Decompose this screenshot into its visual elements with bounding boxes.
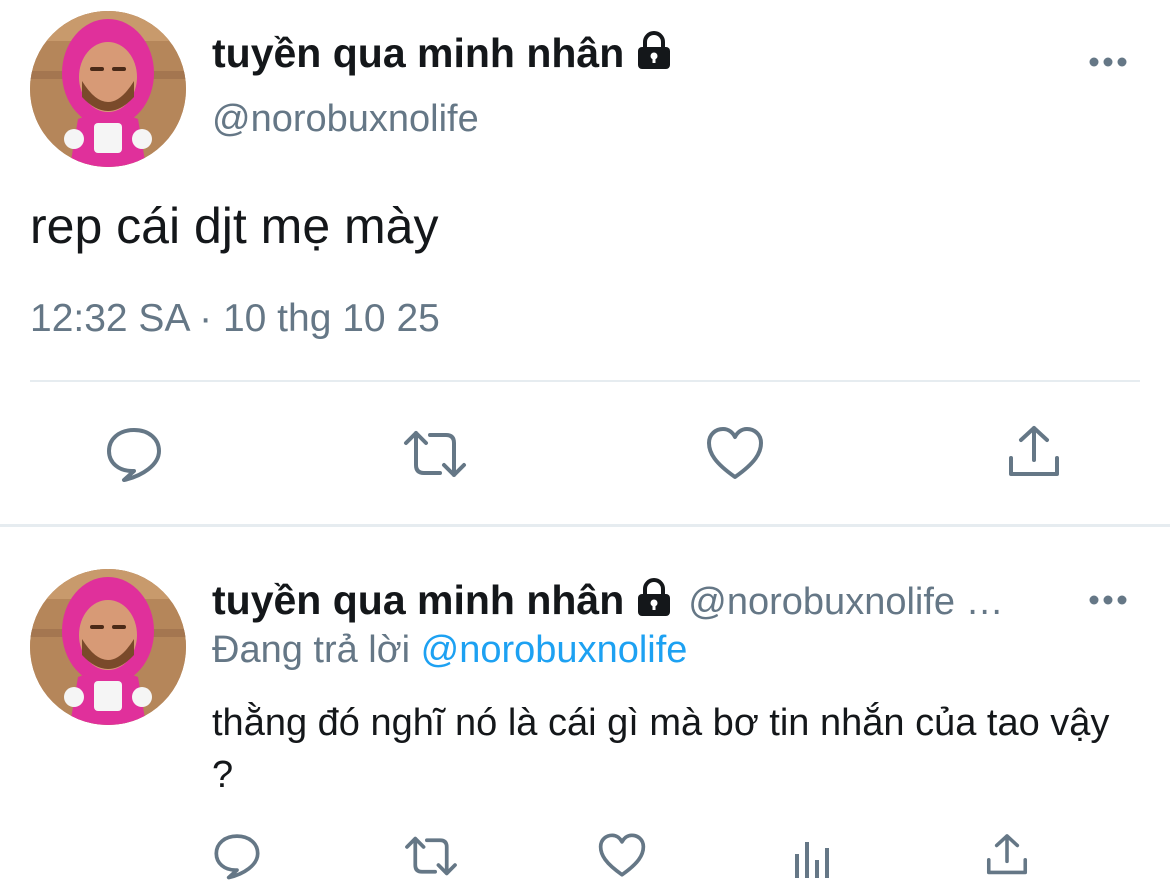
user-handle[interactable]: @norobuxnolife: [212, 98, 479, 141]
replying-mention-link[interactable]: @norobuxnolife: [421, 629, 688, 671]
display-name-text: tuyền qua minh nhân: [212, 30, 625, 76]
user-handle[interactable]: @norobuxnolife …: [688, 581, 1003, 623]
reply-tweet[interactable]: tuyền qua minh nhân @norobuxnolife … Đang…: [0, 527, 1170, 890]
avatar-image: [30, 569, 186, 725]
more-icon[interactable]: [1088, 593, 1128, 612]
name-line: tuyền qua minh nhân @norobuxnolife …: [212, 577, 1004, 626]
like-icon[interactable]: [705, 425, 765, 486]
lock-icon: [634, 578, 674, 626]
reply-icon[interactable]: [212, 832, 262, 885]
tweet-text: rep cái djt mẹ mày: [30, 198, 439, 254]
more-icon[interactable]: [1088, 55, 1128, 74]
replying-to: Đang trả lời @norobuxnolife: [212, 629, 687, 672]
main-tweet: tuyền qua minh nhân @norobuxnolife rep c…: [0, 0, 1170, 525]
tweet-timestamp[interactable]: 12:32 SA · 10 thg 10 25: [30, 297, 440, 341]
tweet-thread: tuyền qua minh nhân @norobuxnolife rep c…: [0, 0, 1170, 890]
avatar[interactable]: [30, 569, 186, 725]
tweet-text: thằng đó nghĩ nó là cái gì mà bơ tin nhắ…: [212, 702, 1110, 796]
retweet-icon[interactable]: [402, 832, 460, 885]
divider: [30, 380, 1140, 382]
replying-label: Đang trả lời: [212, 629, 411, 671]
display-name-text: tuyền qua minh nhân: [212, 577, 625, 623]
like-icon[interactable]: [597, 832, 647, 883]
share-icon[interactable]: [984, 830, 1030, 885]
display-name[interactable]: tuyền qua minh nhân: [212, 30, 674, 79]
avatar-image: [30, 11, 186, 167]
share-icon[interactable]: [1005, 422, 1063, 487]
stats-icon[interactable]: [793, 832, 837, 885]
retweet-icon[interactable]: [400, 425, 470, 488]
avatar[interactable]: [30, 11, 186, 167]
reply-icon[interactable]: [104, 425, 164, 488]
display-name[interactable]: tuyền qua minh nhân: [212, 577, 674, 623]
lock-icon: [634, 31, 674, 79]
